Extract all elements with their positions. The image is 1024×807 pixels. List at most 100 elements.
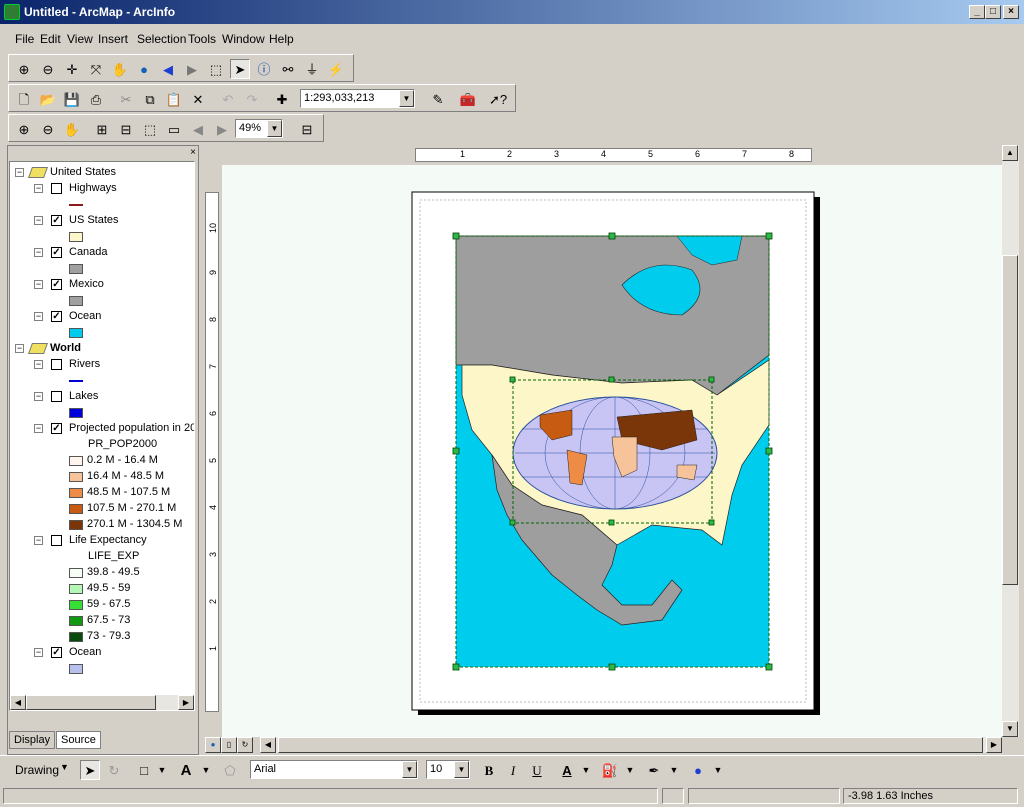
fixed-zoom-in-icon[interactable]: ✛ xyxy=(62,59,82,79)
scroll-down-icon[interactable]: ▼ xyxy=(1002,721,1018,737)
layer-visibility-checkbox[interactable]: ✓ xyxy=(51,215,62,226)
whats-this-help-icon[interactable]: ➚? xyxy=(488,89,508,109)
new-text-icon[interactable]: A xyxy=(176,760,196,780)
select-features-icon[interactable]: ⬚ xyxy=(206,59,226,79)
collapse-icon[interactable]: − xyxy=(34,536,43,545)
zoom-in-icon[interactable]: ⊕ xyxy=(14,59,34,79)
rectangle-icon[interactable]: □ xyxy=(134,760,154,780)
close-button[interactable]: × xyxy=(1003,5,1019,19)
find-binoculars-icon[interactable]: ⚯ xyxy=(278,59,298,79)
collapse-icon[interactable]: − xyxy=(34,648,43,657)
forward-arrow-icon[interactable]: ▶ xyxy=(182,59,202,79)
chevron-down-icon[interactable]: ▼ xyxy=(267,120,282,137)
chevron-down-icon[interactable]: ▼ xyxy=(664,760,684,780)
toc-layer[interactable]: − Life Expectancy xyxy=(10,533,194,549)
refresh-icon[interactable]: ↻ xyxy=(237,737,253,753)
toc-close-icon[interactable]: × xyxy=(190,147,196,158)
layer-visibility-checkbox[interactable] xyxy=(51,183,62,194)
scroll-right-icon[interactable]: ▶ xyxy=(986,737,1002,753)
toc-group-1[interactable]: − World xyxy=(10,341,194,357)
fill-color-icon[interactable]: ⛽ xyxy=(600,760,620,780)
zoom-100-icon[interactable]: ▭ xyxy=(164,119,184,139)
tab-source[interactable]: Source xyxy=(56,731,101,749)
toc-layer[interactable]: − Rivers xyxy=(10,357,194,373)
scroll-thumb[interactable] xyxy=(26,695,156,710)
zoom-whole-page-icon[interactable]: ⬚ xyxy=(140,119,160,139)
previous-extent-icon[interactable]: ◀ xyxy=(188,119,208,139)
toc-layer[interactable]: − Lakes xyxy=(10,389,194,405)
print-icon[interactable]: ⎙ xyxy=(86,89,106,109)
layer-visibility-checkbox[interactable] xyxy=(51,359,62,370)
hscroll-thumb[interactable] xyxy=(278,737,983,753)
scroll-right-icon[interactable]: ▶ xyxy=(178,695,194,710)
toc-layer[interactable]: − ✓ Ocean xyxy=(10,645,194,661)
open-folder-icon[interactable]: 📂 xyxy=(38,89,58,109)
collapse-icon[interactable]: − xyxy=(15,168,24,177)
menu-file[interactable]: File xyxy=(15,32,34,46)
zoom-out-fixed-icon[interactable]: ⊟ xyxy=(116,119,136,139)
menu-insert[interactable]: Insert xyxy=(98,32,128,46)
toc-layer[interactable]: − ✓ US States xyxy=(10,213,194,229)
edit-vertices-icon[interactable]: ⬠ xyxy=(220,760,240,780)
chevron-down-icon[interactable]: ▼ xyxy=(576,760,596,780)
collapse-icon[interactable]: − xyxy=(34,248,43,257)
underline-button[interactable]: U xyxy=(527,760,547,780)
bold-button[interactable]: B xyxy=(479,760,499,780)
hyperlink-icon[interactable]: ⚡ xyxy=(326,59,346,79)
arctoolbox-icon[interactable]: 🧰 xyxy=(458,89,478,109)
layout-view-icon[interactable]: ▯ xyxy=(221,737,237,753)
collapse-icon[interactable]: − xyxy=(34,360,43,369)
font-size-combo[interactable]: 10 ▼ xyxy=(426,760,470,779)
chevron-down-icon[interactable]: ▼ xyxy=(454,761,469,778)
collapse-icon[interactable]: − xyxy=(34,184,43,193)
menu-tools[interactable]: Tools xyxy=(188,32,216,46)
select-elements-icon[interactable]: ➤ xyxy=(230,59,250,79)
drawing-menu[interactable]: Drawing xyxy=(15,763,59,777)
copy-icon[interactable]: ⧉ xyxy=(140,89,160,109)
chevron-down-icon[interactable]: ▼ xyxy=(402,761,417,778)
layer-visibility-checkbox[interactable] xyxy=(51,535,62,546)
menu-view[interactable]: View xyxy=(67,32,93,46)
measure-icon[interactable]: ⏚ xyxy=(302,59,322,79)
new-document-icon[interactable]: 🗋 xyxy=(14,89,34,109)
rotate-icon[interactable]: ↻ xyxy=(104,760,124,780)
line-color-icon[interactable]: ✒ xyxy=(644,760,664,780)
collapse-icon[interactable]: − xyxy=(34,424,43,433)
main-data-frame[interactable] xyxy=(455,235,770,668)
toc-hscrollbar[interactable]: ◀ ▶ xyxy=(10,695,194,710)
zoom-in-fixed-icon[interactable]: ⊞ xyxy=(92,119,112,139)
toc-layer[interactable]: − Highways xyxy=(10,181,194,197)
back-arrow-icon[interactable]: ◀ xyxy=(158,59,178,79)
collapse-icon[interactable]: − xyxy=(34,216,43,225)
minimize-button[interactable]: _ xyxy=(969,5,985,19)
menu-edit[interactable]: Edit xyxy=(40,32,61,46)
select-pointer-icon[interactable]: ➤ xyxy=(80,760,100,780)
globe-full-extent-icon[interactable]: ● xyxy=(134,59,154,79)
toc-layer[interactable]: − ✓ Projected population in 2000 xyxy=(10,421,194,437)
paste-icon[interactable]: 📋 xyxy=(164,89,184,109)
italic-button[interactable]: I xyxy=(503,760,523,780)
font-name-combo[interactable]: Arial ▼ xyxy=(250,760,418,779)
tab-display[interactable]: Display xyxy=(9,731,56,749)
menu-help[interactable]: Help xyxy=(269,32,294,46)
delete-icon[interactable]: ✕ xyxy=(188,89,208,109)
toc-group-0[interactable]: − United States xyxy=(10,165,194,181)
maximize-button[interactable]: □ xyxy=(985,5,1001,19)
collapse-icon[interactable]: − xyxy=(15,344,24,353)
marker-color-icon[interactable]: ● xyxy=(688,760,708,780)
identify-icon[interactable]: ⓘ xyxy=(254,59,274,79)
data-view-icon[interactable]: ● xyxy=(205,737,221,753)
toc-layer[interactable]: − ✓ Mexico xyxy=(10,277,194,293)
scroll-thumb[interactable] xyxy=(1002,255,1018,585)
layout-pan-icon[interactable]: ✋ xyxy=(62,119,82,139)
chevron-down-icon[interactable]: ▼ xyxy=(152,760,172,780)
fixed-zoom-out-icon[interactable]: ⤧ xyxy=(86,59,106,79)
save-icon[interactable]: 💾 xyxy=(62,89,82,109)
chevron-down-icon[interactable]: ▼ xyxy=(620,760,640,780)
chevron-down-icon[interactable]: ▼ xyxy=(399,90,414,107)
layout-zoom-in-icon[interactable]: ⊕ xyxy=(14,119,34,139)
chevron-down-icon[interactable]: ▼ xyxy=(708,760,728,780)
layer-visibility-checkbox[interactable]: ✓ xyxy=(51,311,62,322)
toc-layer[interactable]: − ✓ Canada xyxy=(10,245,194,261)
scroll-left-icon[interactable]: ◀ xyxy=(10,695,26,710)
